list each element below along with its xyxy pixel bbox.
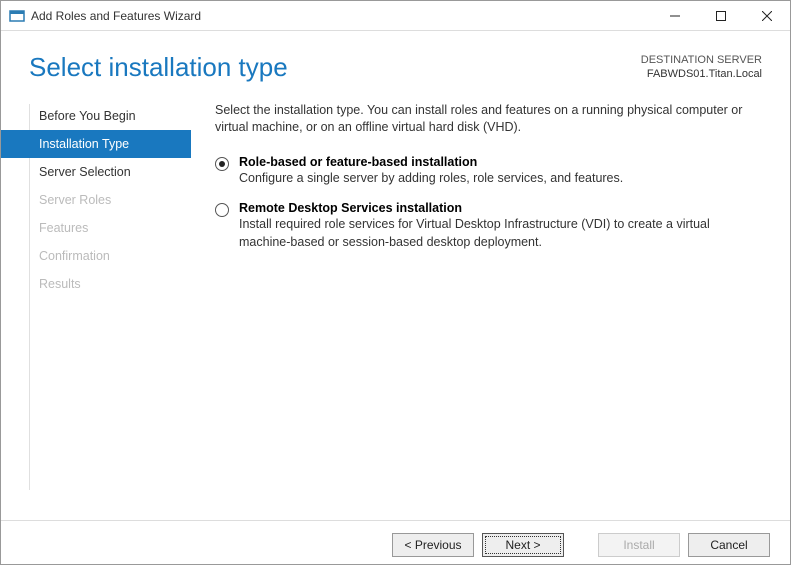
page-title: Select installation type: [29, 53, 288, 82]
install-button: Install: [598, 533, 680, 557]
option-rds[interactable]: Remote Desktop Services installation Ins…: [215, 201, 762, 251]
option-rds-title: Remote Desktop Services installation: [239, 201, 762, 215]
destination-server-block: DESTINATION SERVER FABWDS01.Titan.Local: [641, 53, 762, 82]
wizard-footer: < Previous Next > Install Cancel: [1, 520, 790, 570]
minimize-button[interactable]: [652, 1, 698, 30]
option-rds-desc: Install required role services for Virtu…: [239, 216, 762, 251]
step-results: Results: [1, 270, 191, 298]
next-button[interactable]: Next >: [482, 533, 564, 557]
step-before-you-begin[interactable]: Before You Begin: [1, 102, 191, 130]
step-features: Features: [1, 214, 191, 242]
option-role-based-desc: Configure a single server by adding role…: [239, 170, 762, 188]
window-controls: [652, 1, 790, 30]
destination-label: DESTINATION SERVER: [641, 53, 762, 67]
wizard-steps-sidebar: Before You Begin Installation Type Serve…: [1, 98, 191, 520]
step-server-selection[interactable]: Server Selection: [1, 158, 191, 186]
close-button[interactable]: [744, 1, 790, 30]
destination-value: FABWDS01.Titan.Local: [641, 67, 762, 81]
app-icon: [9, 8, 25, 24]
option-role-based[interactable]: Role-based or feature-based installation…: [215, 155, 762, 188]
step-server-roles: Server Roles: [1, 186, 191, 214]
window-title: Add Roles and Features Wizard: [31, 9, 201, 23]
wizard-content: Select the installation type. You can in…: [191, 98, 790, 520]
option-role-based-title: Role-based or feature-based installation: [239, 155, 762, 169]
window-titlebar: Add Roles and Features Wizard: [1, 1, 790, 31]
maximize-button[interactable]: [698, 1, 744, 30]
step-confirmation: Confirmation: [1, 242, 191, 270]
wizard-header: Select installation type DESTINATION SER…: [1, 31, 790, 90]
radio-role-based[interactable]: [215, 157, 229, 171]
radio-rds[interactable]: [215, 203, 229, 217]
cancel-button[interactable]: Cancel: [688, 533, 770, 557]
wizard-body: Before You Begin Installation Type Serve…: [1, 90, 790, 520]
previous-button[interactable]: < Previous: [392, 533, 474, 557]
step-installation-type[interactable]: Installation Type: [1, 130, 191, 158]
intro-text: Select the installation type. You can in…: [215, 102, 762, 137]
